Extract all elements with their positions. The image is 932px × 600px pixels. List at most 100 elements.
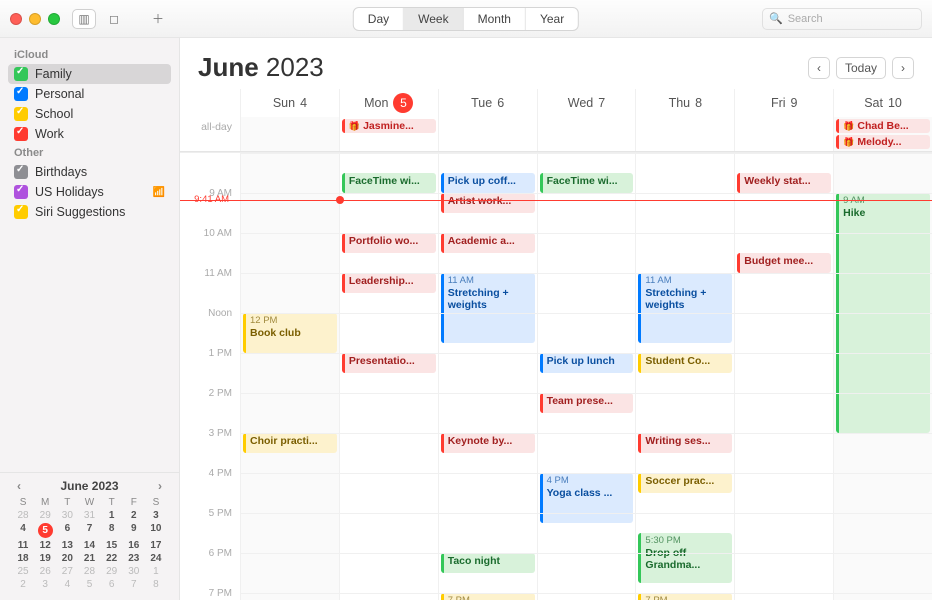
- calendar-event[interactable]: Portfolio wo...: [342, 233, 436, 253]
- mini-day[interactable]: 21: [78, 553, 100, 564]
- day-column[interactable]: 9 AMHike: [833, 153, 932, 600]
- mini-day[interactable]: 1: [145, 566, 167, 577]
- mini-day[interactable]: 19: [34, 553, 56, 564]
- mini-day[interactable]: 18: [12, 553, 34, 564]
- calendar-item-birthdays[interactable]: Birthdays: [8, 162, 171, 182]
- close-window-button[interactable]: [10, 13, 22, 25]
- calendar-event[interactable]: Soccer prac...: [638, 473, 732, 493]
- mini-day[interactable]: 5: [78, 579, 100, 590]
- today-button[interactable]: Today: [836, 57, 886, 79]
- mini-day[interactable]: 30: [56, 510, 78, 521]
- inbox-icon[interactable]: ◻: [104, 9, 124, 29]
- calendar-checkbox[interactable]: [14, 67, 28, 81]
- calendar-checkbox[interactable]: [14, 205, 28, 219]
- calendar-event[interactable]: Presentatio...: [342, 353, 436, 373]
- mini-day[interactable]: 6: [101, 579, 123, 590]
- calendar-event[interactable]: Pick up lunch: [540, 353, 634, 373]
- allday-event[interactable]: 🎁Jasmine...: [342, 119, 436, 133]
- allday-cell[interactable]: [537, 117, 636, 151]
- mini-day[interactable]: 23: [123, 553, 145, 564]
- calendar-event[interactable]: 7 PMHomework: [441, 593, 535, 600]
- mini-day[interactable]: 3: [34, 579, 56, 590]
- mini-day[interactable]: 26: [34, 566, 56, 577]
- calendar-event[interactable]: Pick up coff...: [441, 173, 535, 193]
- day-header[interactable]: Thu8: [635, 89, 734, 117]
- calendar-checkbox[interactable]: [14, 87, 28, 101]
- allday-cell[interactable]: 🎁Chad Be...🎁Melody...: [833, 117, 932, 151]
- mini-day[interactable]: 8: [145, 579, 167, 590]
- mini-calendar[interactable]: ‹ June 2023 › SMTWTFS2829303112345678910…: [0, 472, 179, 600]
- day-column[interactable]: 12 PMBook club Choir practi...: [240, 153, 339, 600]
- calendar-event[interactable]: Artist work...: [441, 193, 535, 213]
- week-grid[interactable]: 9 AM10 AM11 AMNoon1 PM2 PM3 PM4 PM5 PM6 …: [180, 152, 932, 600]
- mini-day[interactable]: 14: [78, 540, 100, 551]
- day-column[interactable]: Pick up coff...Artist work... Academic a.…: [438, 153, 537, 600]
- calendar-checkbox[interactable]: [14, 127, 28, 141]
- calendar-event[interactable]: Choir practi...: [243, 433, 337, 453]
- calendar-item-family[interactable]: Family: [8, 64, 171, 84]
- mini-day[interactable]: 4: [12, 523, 34, 538]
- calendar-event[interactable]: 12 PMBook club: [243, 313, 337, 353]
- mini-day[interactable]: 30: [123, 566, 145, 577]
- mini-day[interactable]: 15: [101, 540, 123, 551]
- day-column[interactable]: FaceTime wi... Portfolio wo... Leadership.…: [339, 153, 438, 600]
- calendar-event[interactable]: Academic a...: [441, 233, 535, 253]
- calendar-event[interactable]: Leadership...: [342, 273, 436, 293]
- calendar-event[interactable]: Keynote by...: [441, 433, 535, 453]
- mini-day[interactable]: 25: [12, 566, 34, 577]
- calendar-event[interactable]: Budget mee...: [737, 253, 831, 273]
- calendar-event[interactable]: FaceTime wi...: [540, 173, 634, 193]
- mini-day[interactable]: 20: [56, 553, 78, 564]
- mini-day[interactable]: 29: [101, 566, 123, 577]
- calendar-event[interactable]: 4 PMYoga class ...: [540, 473, 634, 523]
- mini-next-icon[interactable]: ›: [153, 479, 167, 493]
- calendar-event[interactable]: Student Co...: [638, 353, 732, 373]
- calendar-item-us-holidays[interactable]: US Holidays📶: [8, 182, 171, 202]
- mini-day[interactable]: 8: [101, 523, 123, 538]
- day-header[interactable]: Fri9: [734, 89, 833, 117]
- mini-day[interactable]: 5: [38, 523, 53, 538]
- calendar-checkbox[interactable]: [14, 107, 28, 121]
- mini-day[interactable]: 28: [78, 566, 100, 577]
- mini-day[interactable]: 6: [56, 523, 78, 538]
- allday-cell[interactable]: 🎁Jasmine...: [339, 117, 438, 151]
- day-header[interactable]: Sat10: [833, 89, 932, 117]
- mini-day[interactable]: 16: [123, 540, 145, 551]
- mini-day[interactable]: 12: [34, 540, 56, 551]
- mini-day[interactable]: 9: [123, 523, 145, 538]
- add-event-icon[interactable]: ＋: [148, 9, 168, 29]
- mini-day[interactable]: 10: [145, 523, 167, 538]
- view-week-tab[interactable]: Week: [404, 8, 463, 30]
- calendar-item-personal[interactable]: Personal: [8, 84, 171, 104]
- calendar-event[interactable]: 5:30 PMDrop off Grandma...: [638, 533, 732, 583]
- mini-day[interactable]: 4: [56, 579, 78, 590]
- mini-day[interactable]: 24: [145, 553, 167, 564]
- mini-day[interactable]: 31: [78, 510, 100, 521]
- mini-day[interactable]: 1: [101, 510, 123, 521]
- calendar-event[interactable]: FaceTime wi...: [342, 173, 436, 193]
- minimize-window-button[interactable]: [29, 13, 41, 25]
- mini-day[interactable]: 11: [12, 540, 34, 551]
- calendar-event[interactable]: Writing ses...: [638, 433, 732, 453]
- mini-day[interactable]: 7: [123, 579, 145, 590]
- view-month-tab[interactable]: Month: [464, 8, 526, 30]
- calendar-event[interactable]: Team prese...: [540, 393, 634, 413]
- allday-event[interactable]: 🎁Chad Be...: [836, 119, 930, 133]
- mini-day[interactable]: 2: [123, 510, 145, 521]
- prev-week-button[interactable]: ‹: [808, 57, 830, 79]
- calendar-event[interactable]: 11 AMStretching + weights: [441, 273, 535, 343]
- next-week-button[interactable]: ›: [892, 57, 914, 79]
- mini-day[interactable]: 2: [12, 579, 34, 590]
- search-field[interactable]: 🔍 Search: [762, 8, 922, 30]
- allday-cell[interactable]: [240, 117, 339, 151]
- day-column[interactable]: FaceTime wi... Pick up lunch Team prese...…: [537, 153, 636, 600]
- calendar-checkbox[interactable]: [14, 185, 28, 199]
- allday-cell[interactable]: [734, 117, 833, 151]
- mini-day[interactable]: 29: [34, 510, 56, 521]
- calendar-event[interactable]: 7 PMHomework: [638, 593, 732, 600]
- mini-day[interactable]: 7: [78, 523, 100, 538]
- calendar-item-siri-suggestions[interactable]: Siri Suggestions: [8, 202, 171, 222]
- mini-prev-icon[interactable]: ‹: [12, 479, 26, 493]
- day-column[interactable]: 11 AMStretching + weightsStudent Co...Wr…: [635, 153, 734, 600]
- calendar-checkbox[interactable]: [14, 165, 28, 179]
